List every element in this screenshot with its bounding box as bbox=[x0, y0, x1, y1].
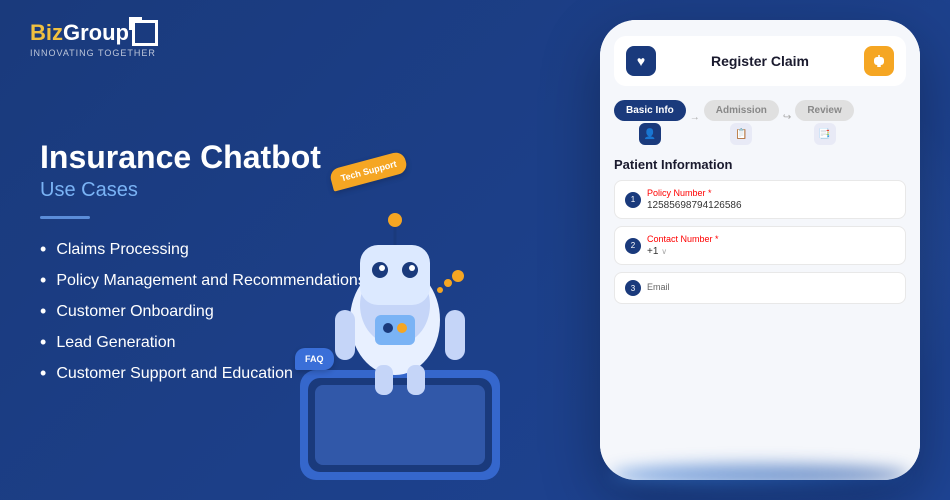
step-admission[interactable]: Admission 📋 bbox=[704, 100, 779, 145]
step-arrow-1: → bbox=[690, 112, 700, 123]
use-case-list: Claims Processing Policy Management and … bbox=[40, 239, 400, 384]
phone-mockup: ♥ Register Claim Basic Info 👤 → Admissio… bbox=[600, 20, 920, 480]
field-label-policy: Policy Number * bbox=[647, 188, 742, 198]
phone-header: ♥ Register Claim bbox=[614, 36, 906, 86]
logo-box bbox=[132, 20, 158, 46]
steps-row: Basic Info 👤 → Admission 📋 ↪ Review 📑 bbox=[614, 100, 906, 145]
contact-number-field[interactable]: 2 Contact Number * +1 ∨ bbox=[614, 226, 906, 265]
field-number-badge-3: 3 bbox=[625, 280, 641, 296]
step-review[interactable]: Review 📑 bbox=[795, 100, 853, 145]
field-label-contact: Contact Number * bbox=[647, 234, 719, 244]
field-row: 2 Contact Number * +1 ∨ bbox=[625, 234, 895, 257]
step-icon-basic: 👤 bbox=[639, 123, 661, 145]
field-label-email: Email bbox=[647, 282, 670, 292]
field-content-2: Contact Number * +1 ∨ bbox=[647, 234, 719, 257]
patient-title: Patient Information bbox=[614, 157, 906, 172]
bell-icon bbox=[864, 46, 894, 76]
list-item: Lead Generation bbox=[40, 332, 400, 353]
field-value-contact: +1 ∨ bbox=[647, 246, 719, 257]
step-label-basic: Basic Info bbox=[614, 100, 686, 121]
list-item: Customer Support and Education bbox=[40, 363, 400, 384]
list-item: Policy Management and Recommendations bbox=[40, 270, 400, 291]
platform-shadow bbox=[610, 464, 910, 486]
step-basic-info[interactable]: Basic Info 👤 bbox=[614, 100, 686, 145]
field-content-3: Email bbox=[647, 282, 670, 294]
field-row-3: 3 Email bbox=[625, 280, 895, 296]
step-label-review: Review bbox=[795, 100, 853, 121]
policy-number-field[interactable]: 1 Policy Number * 12585698794126586 bbox=[614, 180, 906, 219]
email-field[interactable]: 3 Email bbox=[614, 272, 906, 304]
step-icon-review: 📑 bbox=[814, 123, 836, 145]
logo-text: BizGroup bbox=[30, 22, 129, 44]
faq-bubble: FAQ bbox=[295, 348, 334, 370]
heart-icon: ♥ bbox=[626, 46, 656, 76]
step-label-admission: Admission bbox=[704, 100, 779, 121]
field-number-badge-2: 2 bbox=[625, 238, 641, 254]
logo: BizGroup INNOVATING TOGETHER bbox=[30, 20, 158, 58]
phone-title: Register Claim bbox=[711, 53, 809, 69]
phone-screen: ♥ Register Claim Basic Info 👤 → Admissio… bbox=[600, 20, 920, 480]
field-number-badge: 1 bbox=[625, 192, 641, 208]
field-value-policy: 12585698794126586 bbox=[647, 200, 742, 211]
list-item: Claims Processing bbox=[40, 239, 400, 260]
field-content: Policy Number * 12585698794126586 bbox=[647, 188, 742, 211]
step-arrow-2: ↪ bbox=[783, 112, 791, 123]
field-row: 1 Policy Number * 12585698794126586 bbox=[625, 188, 895, 211]
logo-tagline: INNOVATING TOGETHER bbox=[30, 48, 158, 58]
list-item: Customer Onboarding bbox=[40, 301, 400, 322]
title-divider bbox=[40, 216, 90, 219]
step-icon-admission: 📋 bbox=[730, 123, 752, 145]
